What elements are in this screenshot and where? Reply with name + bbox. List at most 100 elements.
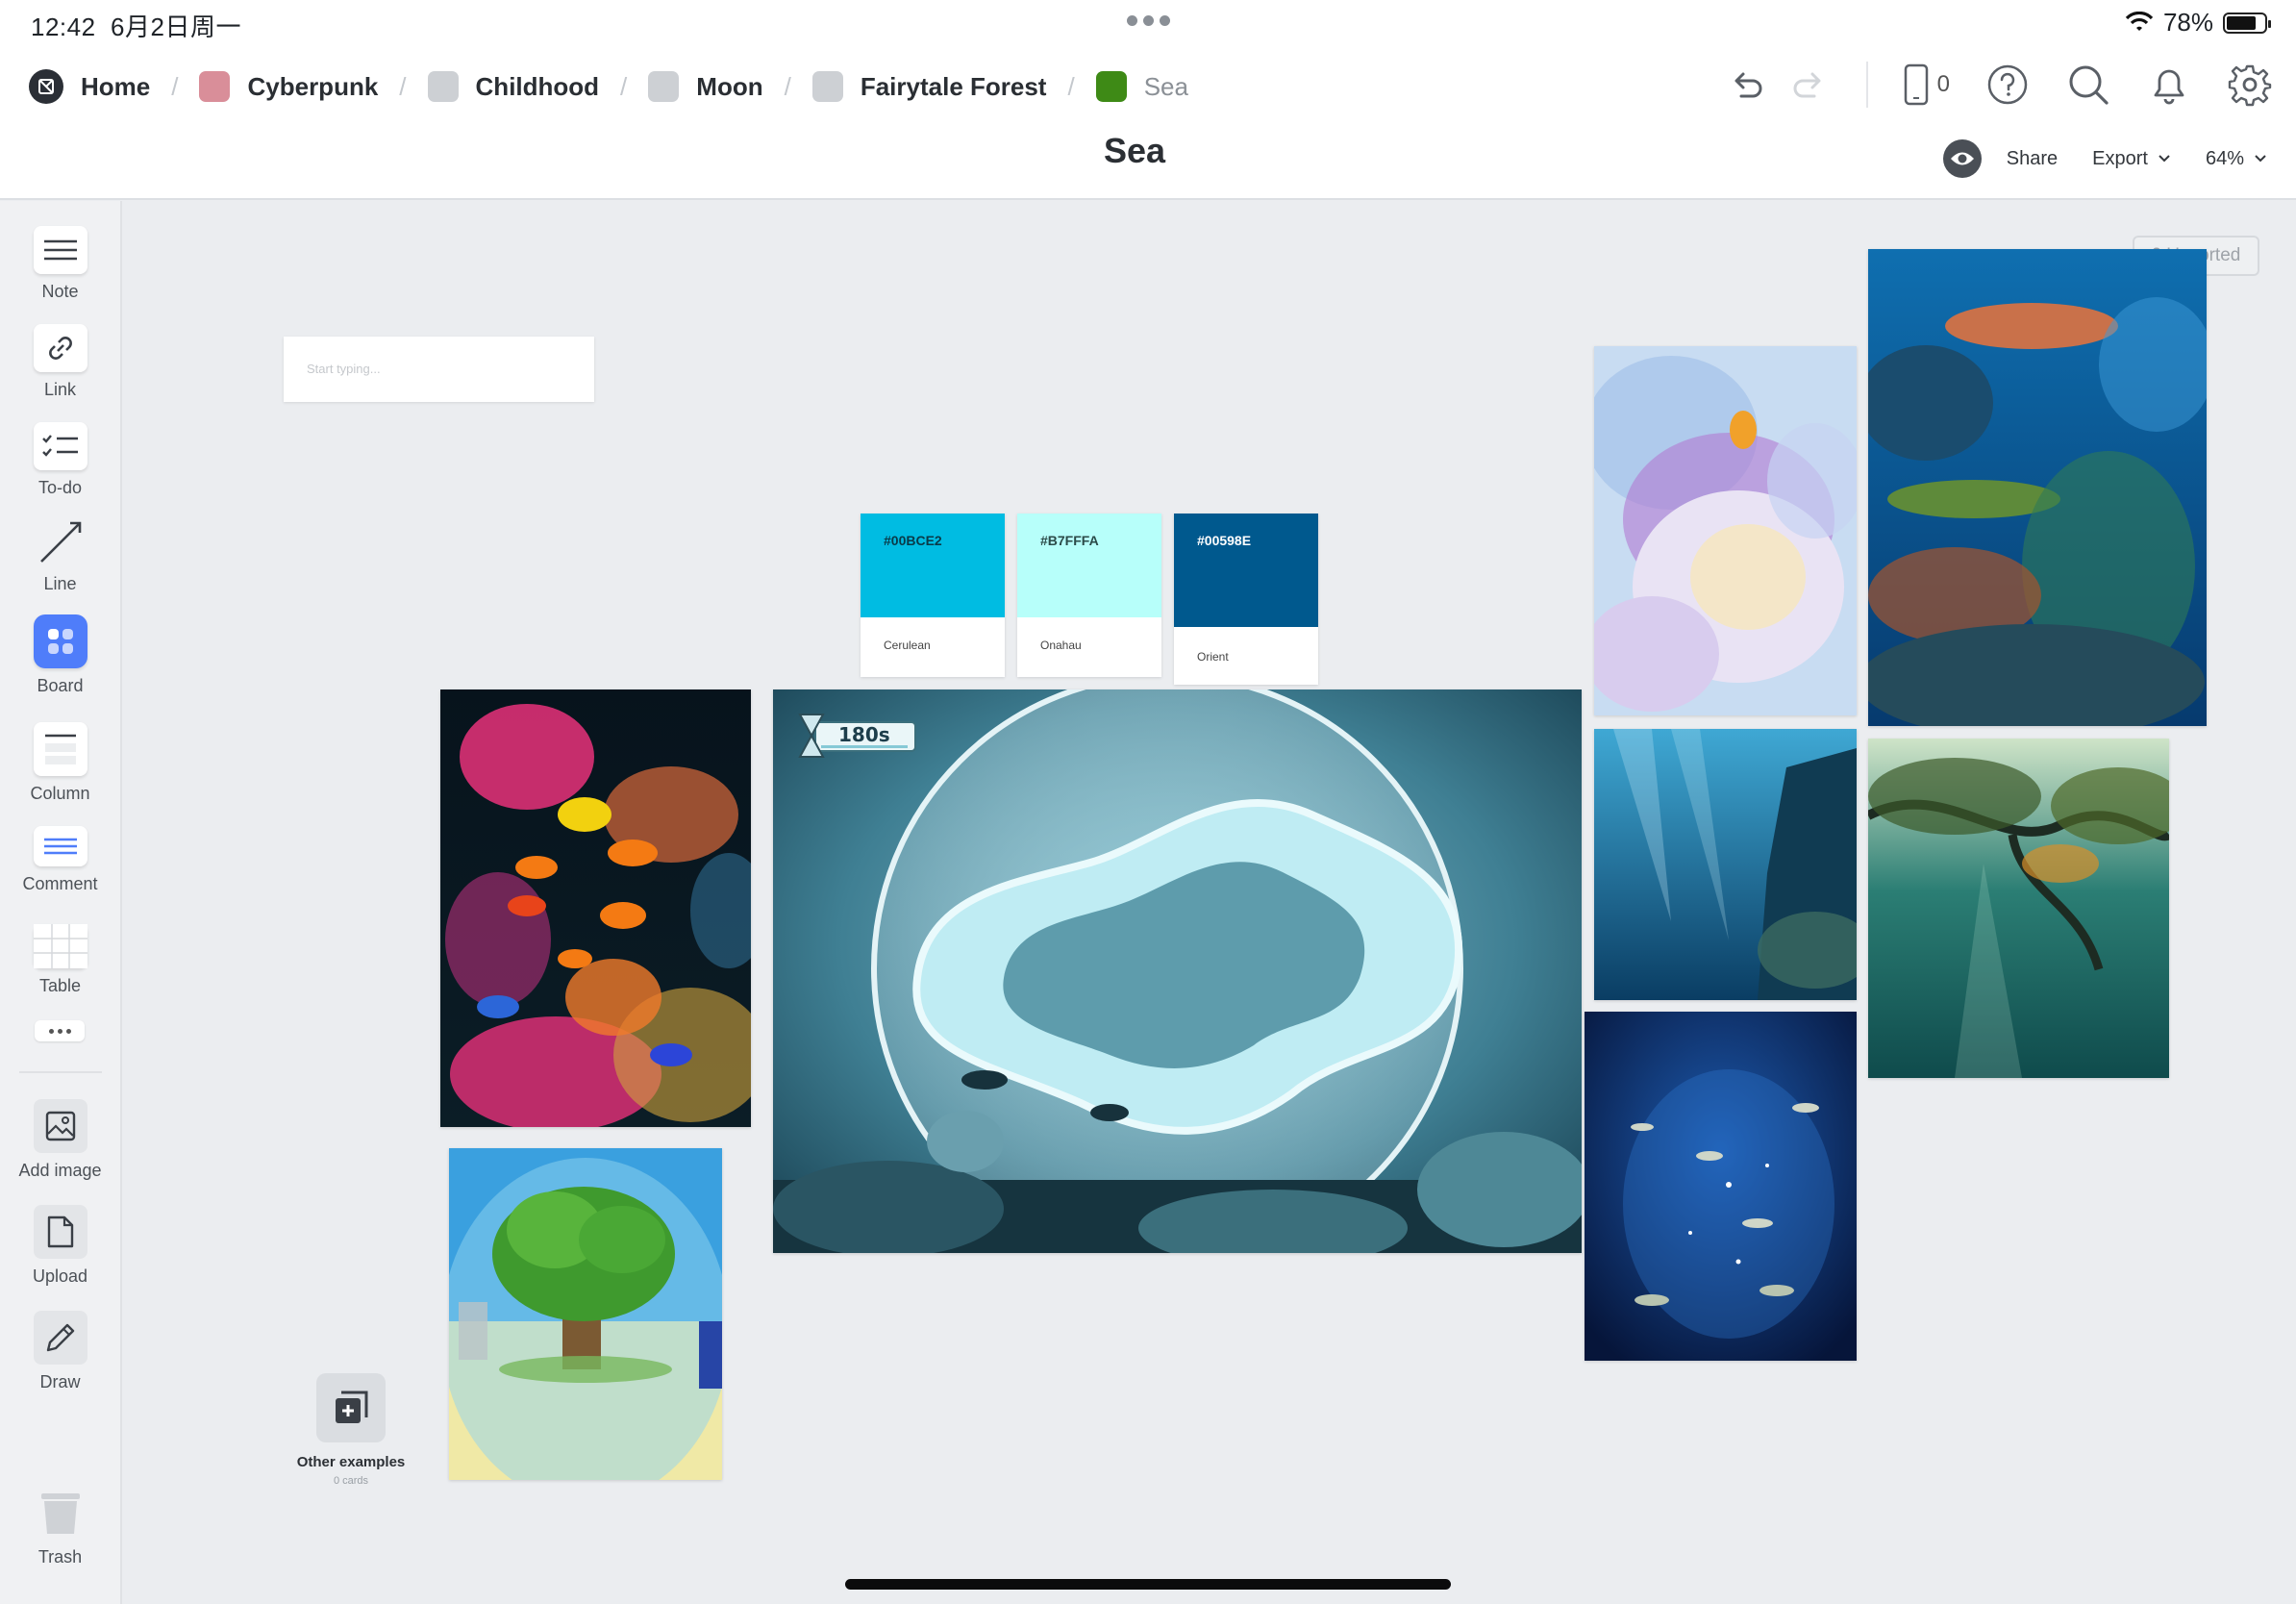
redo-button[interactable] [1785,62,1832,108]
breadcrumb-cyberpunk[interactable]: Cyberpunk [199,71,378,102]
timer-text: 180s [838,723,890,746]
battery-icon [2223,12,2271,34]
image-icon [33,1099,87,1153]
board-color-swatch [1095,71,1127,102]
todo-icon [33,422,87,470]
notifications-button[interactable] [2146,62,2192,108]
tool-todo[interactable]: To-do [0,422,120,498]
note-card[interactable]: Start typing... [284,337,594,402]
home-indicator[interactable] [845,1579,1451,1590]
link-icon [33,324,87,372]
board-icon [33,614,87,668]
zoom-select[interactable]: 64% [2206,148,2267,170]
status-right: 78% [2125,8,2271,38]
breadcrumb-fairytale-forest[interactable]: Fairytale Forest [811,71,1046,102]
color-swatch-card[interactable]: #00BCE2 Cerulean [861,514,1005,677]
multitasking-dots[interactable] [1127,15,1170,26]
battery-percent: 78% [2162,8,2213,37]
tool-sidebar: Note Link To-do Line Board Column Commen… [0,201,122,1604]
header-actions: Share Export 64% [1942,139,2267,178]
swatch-name: Cerulean [884,639,931,652]
tool-board[interactable]: Board [0,614,120,696]
breadcrumb-moon[interactable]: Moon [648,71,763,102]
board-header: Home / Cyberpunk / Childhood / Moon / Fa… [0,46,2296,200]
tool-line[interactable]: Line [0,518,120,594]
status-bar: 12:42 6月2日周一 78% [0,0,2296,46]
upload-icon [33,1205,87,1259]
other-examples-count: 0 cards [333,1475,369,1487]
settings-button[interactable] [2227,62,2273,108]
image-card-coral-reef[interactable] [440,689,751,1127]
swatch-hex: #00BCE2 [861,514,1005,617]
trash-icon [34,1486,87,1540]
eye-icon [1942,139,1982,178]
image-card-game-scene[interactable]: 180s [773,689,1582,1253]
board-color-swatch [427,71,459,102]
image-card-underwater-cliff[interactable] [1594,729,1857,1000]
board-color-swatch [648,71,680,102]
tool-comment[interactable]: Comment [0,826,120,894]
breadcrumb-home[interactable]: Home [29,69,150,104]
swatch-name: Onahau [1040,639,1082,652]
table-icon [33,924,87,968]
underwater-cliff-image [1594,729,1857,1000]
device-icon [1904,63,1928,106]
color-swatch-card[interactable]: #B7FFFA Onahau [1017,514,1161,677]
image-card-anemone[interactable] [1594,346,1857,715]
note-icon [33,226,87,274]
undo-icon [1734,72,1762,98]
note-placeholder[interactable]: Start typing... [307,362,381,376]
image-card-tree-bubble[interactable] [449,1148,722,1480]
home-logo-icon [29,69,63,104]
undo-button[interactable] [1724,62,1770,108]
sidebar-divider [19,1071,102,1073]
search-button[interactable] [2065,62,2111,108]
image-card-mangrove[interactable] [1868,739,2169,1078]
toolbar-divider [1865,62,1868,108]
image-card-reef-fish-school[interactable] [1868,249,2207,726]
device-preview-button[interactable]: 0 [1903,63,1950,106]
help-button[interactable] [1984,62,2031,108]
board-stack-icon [316,1373,386,1442]
sparkling-fish-image [1585,1012,1857,1361]
pencil-icon [33,1311,87,1365]
coral-reef-image [440,689,751,1127]
timer-badge: 180s [794,711,917,761]
anemone-image [1594,346,1857,715]
image-card-sparkling-fish[interactable] [1585,1012,1857,1361]
tool-trash[interactable]: Trash [0,1486,120,1567]
mangrove-image [1868,739,2169,1078]
redo-icon [1793,72,1821,98]
tool-table[interactable]: Table [0,924,120,996]
tool-column[interactable]: Column [0,722,120,804]
tool-note[interactable]: Note [0,226,120,302]
share-button[interactable]: Share [1942,139,2058,178]
column-icon [33,722,87,776]
breadcrumb: Home / Cyberpunk / Childhood / Moon / Fa… [29,69,1188,104]
wifi-icon [2125,11,2154,31]
breadcrumb-childhood[interactable]: Childhood [427,71,599,102]
swatch-name: Orient [1197,650,1229,664]
other-examples-title: Other examples [296,1454,406,1470]
color-swatch-card[interactable]: #00598E Orient [1174,514,1318,685]
header-toolbar: 0 [1724,62,2273,108]
tool-upload[interactable]: Upload [0,1205,120,1287]
tool-add-image[interactable]: Add image [0,1099,120,1181]
breadcrumb-sea: Sea [1095,71,1188,102]
chevron-down-icon [2255,155,2266,163]
board-color-swatch [199,71,231,102]
comment-icon [33,826,87,866]
swatch-hex: #B7FFFA [1017,514,1161,617]
line-icon [34,518,87,566]
gear-icon [2228,64,2272,107]
tool-draw[interactable]: Draw [0,1311,120,1392]
more-tools-button[interactable] [35,1020,85,1041]
export-button[interactable]: Export [2092,148,2171,170]
bubble-game-image [773,689,1582,1253]
page-title: Sea [1103,131,1166,170]
help-icon [1987,64,2028,105]
tool-link[interactable]: Link [0,324,120,400]
reef-school-image [1868,249,2207,726]
other-examples-board[interactable]: Other examples 0 cards [288,1373,413,1487]
search-icon [2069,65,2109,105]
